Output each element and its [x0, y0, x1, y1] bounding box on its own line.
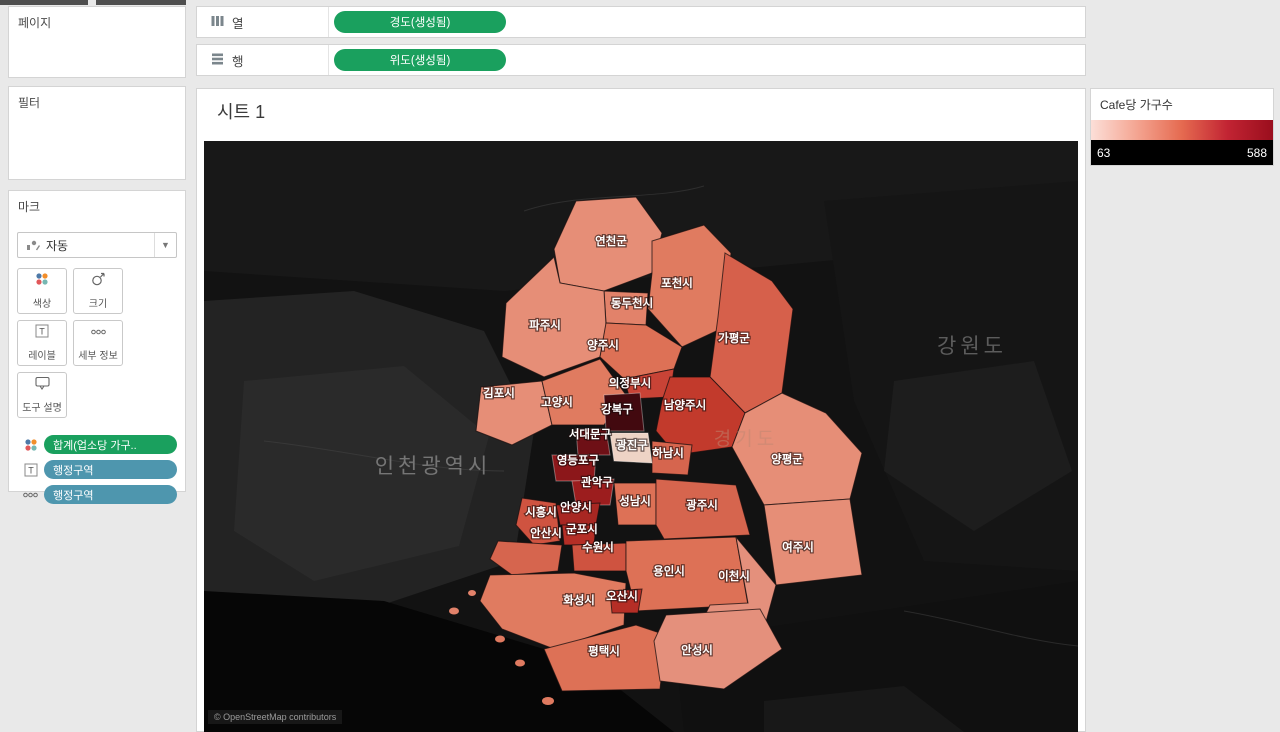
map-region-label-yangpyeong: 양평군 — [771, 452, 803, 466]
map-region-label-suwon: 수원시 — [582, 540, 614, 554]
map-region-label-yangju: 양주시 — [587, 338, 619, 352]
marks-pills: 합계(업소당 가구.. T 행정구역 행정구역 — [9, 432, 185, 507]
tooltip-icon — [34, 376, 50, 395]
map-region-label-osan: 오산시 — [606, 589, 638, 603]
map-view[interactable]: 연천군포천시가평군 동두천시파주시양주시의정부시남양주시 김포시고양시양평군 하남시 강… — [204, 141, 1078, 732]
marks-button-detail[interactable]: 세부 정보 — [73, 320, 123, 366]
color-icon — [35, 272, 49, 291]
map-region-label-gwanak: 관악구 — [581, 475, 613, 489]
map-region-label-namyangju: 남양주시 — [664, 398, 706, 412]
map-region-label-yeoju: 여주시 — [782, 540, 814, 554]
columns-pill[interactable]: 경도(생성됨) — [334, 11, 506, 33]
map-region-label-yeongdeungpo: 영등포구 — [557, 453, 600, 467]
map-area-label: 인천광역시 — [375, 455, 492, 478]
filters-shelf[interactable]: 필터 — [8, 86, 186, 180]
marks-button-label: 크기 — [88, 299, 108, 310]
map-region-label-icheon: 이천시 — [718, 569, 750, 583]
svg-text:T: T — [28, 465, 34, 475]
map-region-label-seodaemun: 서대문구 — [569, 427, 612, 441]
map-region-label-dongducheon: 동두천시 — [611, 296, 653, 310]
map-region-label-gwangju: 광주시 — [686, 499, 718, 512]
mark-type-icon — [18, 239, 46, 251]
rows-shelf-label: 행 — [232, 54, 244, 69]
marks-button-label: 레이블 — [28, 351, 56, 362]
color-dots-icon — [22, 438, 39, 452]
map-region-label-gangbuk: 강북구 — [601, 402, 633, 416]
marks-button-label[interactable]: T 레이블 — [17, 320, 67, 366]
legend-title: Cafe당 가구수 — [1100, 98, 1173, 112]
marks-button-label: 세부 정보 — [78, 350, 118, 362]
size-icon — [91, 272, 105, 291]
map-region-label-pyeongtaek: 평택시 — [588, 644, 620, 658]
map-region-label-hanam: 하남시 — [652, 446, 684, 460]
map-region-label-goyang: 고양시 — [541, 395, 573, 409]
marks-pill-detail-district[interactable]: 행정구역 — [44, 485, 177, 504]
label-icon: T — [35, 324, 49, 343]
map-region-label-gimpo: 김포시 — [483, 387, 515, 400]
marks-button-label: 도구 설명 — [22, 403, 62, 414]
marks-pill-row: 합계(업소당 가구.. — [9, 432, 185, 457]
map-region-label-paju: 파주시 — [529, 318, 561, 332]
color-legend[interactable]: Cafe당 가구수 63 588 — [1090, 88, 1274, 166]
legend-gradient-bar[interactable] — [1091, 120, 1273, 140]
legend-max-value: 588 — [1246, 145, 1267, 160]
map-region-label-gwangjin: 광진구 — [616, 438, 648, 452]
pages-shelf[interactable]: 페이지 — [8, 6, 186, 78]
map-region-label-uijeongbu: 의정부시 — [609, 376, 651, 390]
map-area-label: 강원도 — [937, 335, 1007, 358]
pages-title: 페이지 — [18, 16, 52, 30]
marks-pill-sum-households[interactable]: 합계(업소당 가구.. — [44, 435, 177, 454]
marks-button-color[interactable]: 색상 — [17, 268, 67, 314]
marks-title: 마크 — [18, 200, 41, 214]
rows-shelf[interactable]: 행 위도(생성됨) — [196, 44, 1086, 76]
map-region-label-yongin: 용인시 — [653, 564, 685, 578]
map-region-label-pocheon: 포천시 — [661, 276, 693, 290]
text-icon: T — [22, 463, 39, 477]
window-edge-fragment — [0, 0, 88, 5]
detail-icon — [22, 489, 39, 501]
chevron-down-icon[interactable]: ▼ — [154, 233, 176, 257]
map-region-label-ansan: 안산시 — [530, 526, 562, 540]
svg-text:T: T — [39, 327, 45, 337]
mark-type-label: 자동 — [46, 238, 69, 253]
map-region-label-anyang: 안양시 — [560, 500, 592, 514]
map-region-label-gapyeong: 가평군 — [718, 331, 750, 345]
detail-icon — [90, 325, 107, 343]
rows-pill[interactable]: 위도(생성됨) — [334, 49, 506, 71]
marks-button-tooltip[interactable]: 도구 설명 — [17, 372, 67, 418]
marks-pill-row: 행정구역 — [9, 482, 185, 507]
sheet-title: 시트 1 — [217, 102, 266, 122]
map-area-label: 경기도 — [714, 428, 778, 450]
columns-shelf-label: 열 — [232, 16, 244, 31]
map-region-label-seongnam: 성남시 — [619, 494, 651, 508]
map-region-label-siheung: 시흥시 — [525, 505, 557, 519]
marks-button-label: 색상 — [32, 299, 52, 310]
filters-title: 필터 — [18, 96, 41, 110]
columns-shelf[interactable]: 열 경도(생성됨) — [196, 6, 1086, 38]
map-canvas[interactable]: 연천군포천시가평군 동두천시파주시양주시의정부시남양주시 김포시고양시양평군 하남시 강… — [204, 141, 1078, 732]
columns-icon — [211, 15, 224, 30]
map-region-label-anseong: 안성시 — [681, 643, 713, 657]
map-attribution-link[interactable]: © OpenStreetMap contributors — [208, 710, 343, 724]
rows-icon — [211, 53, 224, 68]
legend-min-value: 63 — [1097, 145, 1111, 160]
marks-pill-row: T 행정구역 — [9, 457, 185, 482]
marks-pill-label-district[interactable]: 행정구역 — [44, 460, 177, 479]
marks-button-size[interactable]: 크기 — [73, 268, 123, 314]
marks-button-grid: 색상 크기 T 레이블 세부 정보도구 설명 — [17, 268, 177, 418]
map-region-label-yeoncheon: 연천군 — [595, 234, 627, 248]
worksheet: 시트 1 연천군 포천시 가평군 동두천시 파주시 양주시 의정부시 남양주시 … — [196, 88, 1086, 732]
map-region-label-gunpo: 군포시 — [566, 523, 598, 536]
marks-card: 마크 자동 ▼ 색상 크기 T 레이블 세부 정보 도구 설명 합계(업소당 가구.. T 행… — [8, 190, 186, 504]
map-region-label-hwaseong: 화성시 — [563, 593, 595, 607]
window-edge-fragment — [96, 0, 186, 5]
mark-type-dropdown[interactable]: 자동 ▼ — [17, 232, 177, 258]
